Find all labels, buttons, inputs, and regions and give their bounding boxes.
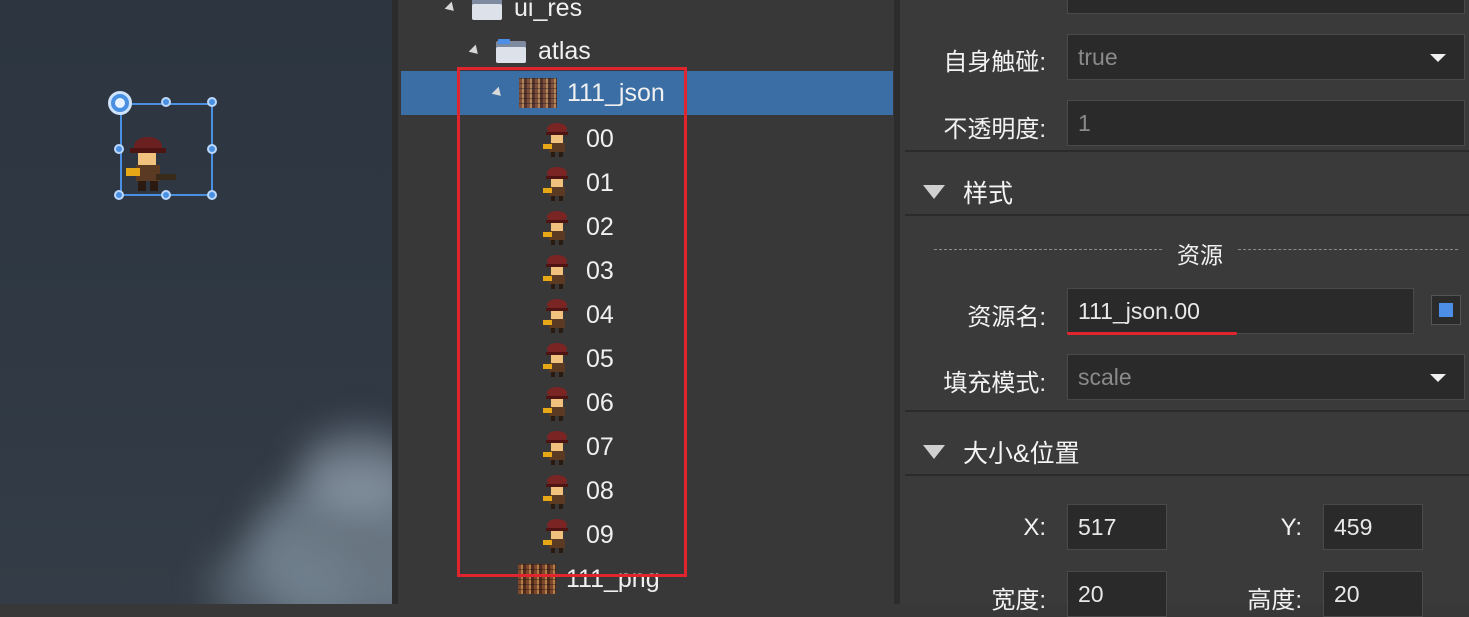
tree-item-label: 00	[586, 124, 614, 153]
sprite-frame-icon	[543, 211, 568, 245]
y-label: Y:	[1280, 514, 1302, 541]
fill-mode-value: scale	[1078, 363, 1132, 390]
tree-item-111-json[interactable]: 111_json	[401, 71, 893, 115]
resource-tree-panel: ui_res atlas 111_json 00 01 02 03 04 05 06 07 08…	[392, 0, 900, 604]
divider	[905, 410, 1469, 412]
sprite-frame-icon	[543, 299, 568, 333]
tree-item-atlas[interactable]: atlas	[398, 29, 894, 73]
pivot-handle[interactable]	[108, 91, 132, 115]
tree-item-label: 01	[586, 168, 614, 197]
tree-item-sprite[interactable]: 09	[398, 513, 894, 557]
tree-item-sprite[interactable]: 05	[398, 337, 894, 381]
resize-handle-right[interactable]	[207, 144, 217, 154]
width-input[interactable]: 20	[1067, 571, 1167, 617]
self-touch-label: 自身触碰:	[943, 49, 1046, 76]
x-value: 517	[1078, 513, 1117, 540]
resource-divider-label: 资源	[1177, 242, 1223, 268]
tree-item-label: 07	[586, 432, 614, 461]
height-value: 20	[1334, 580, 1360, 607]
tree-item-sprite[interactable]: 07	[398, 425, 894, 469]
resource-picker-icon[interactable]	[1431, 295, 1461, 325]
collapse-arrow-icon	[923, 185, 945, 199]
tree-item-label: 05	[586, 344, 614, 373]
resource-name-label: 资源名:	[967, 304, 1046, 331]
tree-item-label: 08	[586, 476, 614, 505]
tree-item-sprite[interactable]: 03	[398, 249, 894, 293]
collapse-arrow-icon	[923, 445, 945, 459]
tree-item-111-png[interactable]: 111_png	[398, 557, 894, 601]
selection-box[interactable]	[120, 103, 213, 196]
tree-item-sprite[interactable]: 06	[398, 381, 894, 425]
section-title: 样式	[963, 180, 1014, 208]
sprite-frame-icon	[543, 167, 568, 201]
tree-item-sprite[interactable]: 02	[398, 205, 894, 249]
self-touch-dropdown[interactable]: true	[1067, 34, 1465, 80]
height-label: 高度:	[1247, 587, 1302, 614]
sprite-frame-icon	[543, 255, 568, 289]
height-input[interactable]: 20	[1323, 571, 1423, 617]
scene-canvas[interactable]	[0, 0, 392, 604]
resize-handle-bottom[interactable]	[161, 190, 171, 200]
atlas-icon	[518, 564, 556, 594]
opacity-input[interactable]: 1	[1067, 100, 1465, 146]
expand-arrow-icon[interactable]	[491, 86, 505, 100]
resource-divider: 资源	[934, 236, 1458, 268]
resource-name-value: 111_json.00	[1078, 297, 1200, 324]
tree-item-label: 03	[586, 256, 614, 285]
x-label: X:	[1023, 514, 1046, 541]
resource-name-input[interactable]: 111_json.00	[1067, 288, 1414, 334]
divider	[905, 214, 1469, 216]
x-input[interactable]: 517	[1067, 504, 1167, 550]
sprite-frame-icon	[543, 343, 568, 377]
sprite-frame-icon	[543, 519, 568, 553]
inspector-panel: 自身触碰: true 不透明度: 1 样式 资源 资源名: 111_json.0…	[900, 0, 1469, 617]
fill-mode-dropdown[interactable]: scale	[1067, 354, 1465, 400]
tree-item-sprite[interactable]: 08	[398, 469, 894, 513]
style-section-header[interactable]: 样式	[905, 170, 1469, 214]
tree-item-label: 06	[586, 388, 614, 417]
opacity-value: 1	[1078, 109, 1091, 136]
resize-handle-bottom-right[interactable]	[207, 190, 217, 200]
tree-item-sprite[interactable]: 04	[398, 293, 894, 337]
sprite-frame-icon	[543, 475, 568, 509]
resize-handle-top-right[interactable]	[207, 97, 217, 107]
sprite-frame-icon	[543, 123, 568, 157]
chevron-down-icon	[1430, 54, 1446, 62]
atlas-icon	[519, 78, 557, 108]
opacity-label: 不透明度:	[943, 116, 1046, 143]
divider	[905, 474, 1469, 476]
width-label: 宽度:	[991, 587, 1046, 614]
tree-item-sprite[interactable]: 00	[398, 117, 894, 161]
section-title: 大小&位置	[963, 440, 1080, 468]
tree-item-label: 04	[586, 300, 614, 329]
resize-handle-top[interactable]	[161, 97, 171, 107]
tree-item-label: atlas	[538, 36, 591, 65]
tree-item-ui-res[interactable]: ui_res	[398, 0, 894, 30]
sprite-frame-icon	[543, 387, 568, 421]
tree-item-label: 111_png	[566, 564, 660, 593]
width-value: 20	[1078, 580, 1104, 607]
resize-handle-bottom-left[interactable]	[114, 190, 124, 200]
y-value: 459	[1334, 513, 1373, 540]
tree-item-label: 09	[586, 520, 614, 549]
chevron-down-icon	[1430, 374, 1446, 382]
folder-open-icon	[496, 39, 526, 63]
expand-arrow-icon[interactable]	[468, 44, 482, 58]
tree-item-label: 02	[586, 212, 614, 241]
folder-icon	[472, 0, 502, 20]
property-field-top[interactable]	[1067, 0, 1465, 14]
self-touch-value: true	[1078, 43, 1118, 70]
fill-mode-label: 填充模式:	[943, 370, 1046, 397]
y-input[interactable]: 459	[1323, 504, 1423, 550]
divider	[905, 150, 1469, 152]
tree-item-sprite[interactable]: 01	[398, 161, 894, 205]
expand-arrow-icon[interactable]	[444, 1, 458, 15]
size-position-section-header[interactable]: 大小&位置	[905, 430, 1469, 474]
underline-annotation	[1067, 332, 1237, 335]
sprite-frame-icon	[543, 431, 568, 465]
resize-handle-left[interactable]	[114, 144, 124, 154]
tree-item-label: 111_json	[567, 78, 665, 107]
tree-item-label: ui_res	[514, 0, 583, 22]
